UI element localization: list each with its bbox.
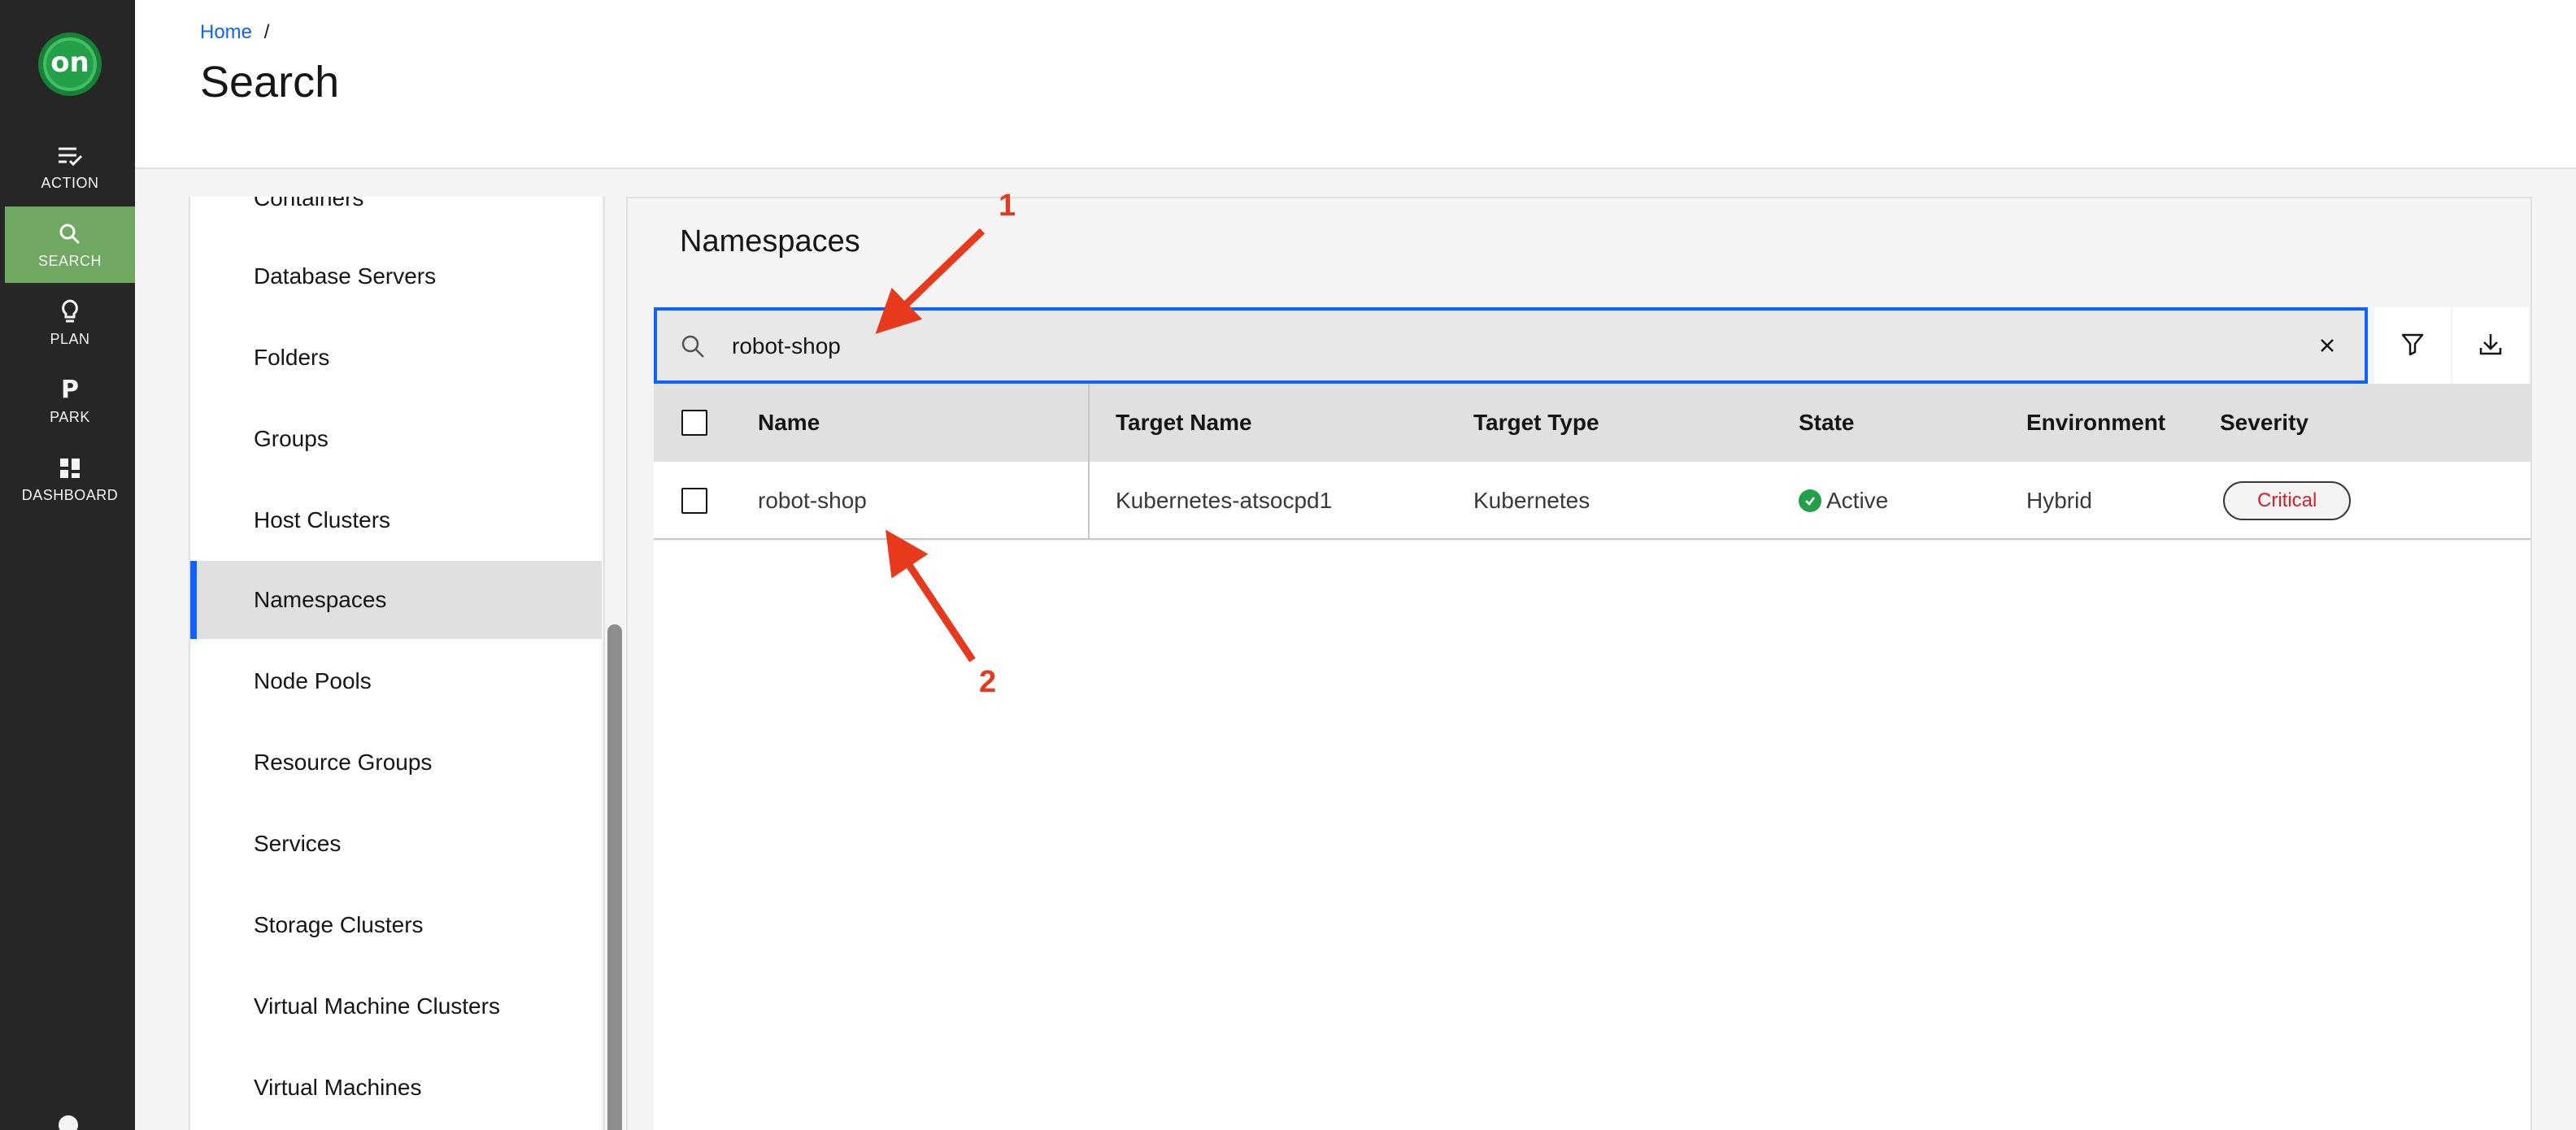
nav-item-dashboard[interactable]: DASHBOARD xyxy=(5,441,135,517)
table-row: robot-shop Kubernetes-atsocpd1 Kubernete… xyxy=(654,462,2530,540)
download-icon xyxy=(2478,332,2503,360)
nav-item-label: PLAN xyxy=(50,330,90,347)
table-body-area xyxy=(654,541,2530,1130)
search-icon xyxy=(59,220,81,248)
nav-item-label: DASHBOARD xyxy=(21,486,119,503)
nav-item-plan[interactable]: PLAN xyxy=(5,285,135,361)
category-item-storage-clusters[interactable]: Storage Clusters xyxy=(190,886,602,964)
annotation-number-1: 1 xyxy=(999,189,1016,223)
cell-environment: Hybrid xyxy=(2026,488,2092,513)
nav-rail: on ACTION SEARCH PLAN P PARK DASHBOARD xyxy=(0,0,135,1130)
severity-tag: Critical xyxy=(2223,481,2352,520)
nav-item-label: SEARCH xyxy=(37,252,102,269)
search-box xyxy=(654,307,2368,384)
cell-target-name: Kubernetes-atsocpd1 xyxy=(1116,488,1333,513)
app-logo[interactable]: on xyxy=(38,33,102,96)
nav-item-label: ACTION xyxy=(41,174,99,191)
category-item-node-pools[interactable]: Node Pools xyxy=(190,642,602,720)
column-header-severity[interactable]: Severity xyxy=(2220,384,2308,462)
download-button[interactable] xyxy=(2452,307,2529,384)
category-item-host-clusters[interactable]: Host Clusters xyxy=(190,481,602,559)
column-header-environment[interactable]: Environment xyxy=(2026,384,2165,462)
column-header-name[interactable]: Name xyxy=(758,384,820,462)
action-checklist-icon xyxy=(57,142,83,170)
category-item-groups[interactable]: Groups xyxy=(190,400,602,478)
filter-button[interactable] xyxy=(2374,307,2451,384)
column-divider xyxy=(1088,384,1090,540)
category-item-database-servers[interactable]: Database Servers xyxy=(190,237,602,315)
category-item-folders[interactable]: Folders xyxy=(190,319,602,397)
section-title: Namespaces xyxy=(680,224,860,259)
nav-item-action[interactable]: ACTION xyxy=(5,128,135,205)
search-input[interactable] xyxy=(732,327,2277,366)
page-header: Home / Search xyxy=(135,0,2576,169)
nav-item-label: PARK xyxy=(50,408,90,425)
category-list: Containers Database Servers Folders Grou… xyxy=(189,197,602,1130)
page-title: Search xyxy=(200,58,340,106)
annotation-number-2: 2 xyxy=(979,665,997,699)
filter-icon xyxy=(2400,332,2425,360)
category-item-services[interactable]: Services xyxy=(190,805,602,883)
column-header-target-name[interactable]: Target Name xyxy=(1116,384,1252,462)
cell-state: Active xyxy=(1799,462,1888,540)
checkmark-circle-icon xyxy=(1799,489,1821,512)
state-label: Active xyxy=(1826,488,1889,513)
category-item-namespaces[interactable]: Namespaces xyxy=(190,561,602,639)
cell-severity: Critical xyxy=(2223,462,2352,540)
column-header-target-type[interactable]: Target Type xyxy=(1473,384,1599,462)
info-icon[interactable] xyxy=(59,1115,78,1130)
category-item-virtual-machines[interactable]: Virtual Machines xyxy=(190,1049,602,1127)
cell-target-type: Kubernetes xyxy=(1473,488,1590,513)
park-icon: P xyxy=(61,376,79,404)
logo-text: on xyxy=(50,46,89,79)
lightbulb-icon xyxy=(60,298,80,326)
breadcrumb-home-link[interactable]: Home xyxy=(200,21,252,43)
dashboard-icon xyxy=(59,454,80,482)
category-item-virtual-machine-clusters[interactable]: Virtual Machine Clusters xyxy=(190,967,602,1045)
breadcrumb-separator: / xyxy=(263,21,270,43)
search-icon xyxy=(680,333,706,363)
clear-search-icon[interactable] xyxy=(2309,327,2345,364)
table-header: Name Target Name Target Type State Envir… xyxy=(654,384,2530,462)
category-item-containers[interactable]: Containers xyxy=(190,197,602,237)
row-checkbox[interactable] xyxy=(681,488,707,514)
nav-item-park[interactable]: P PARK xyxy=(5,363,135,439)
select-all-checkbox[interactable] xyxy=(681,410,707,436)
column-header-state[interactable]: State xyxy=(1799,384,1854,462)
namespace-name-link[interactable]: robot-shop xyxy=(758,462,867,540)
nav-item-search[interactable]: SEARCH xyxy=(5,206,135,283)
category-scrollbar-thumb[interactable] xyxy=(607,624,622,1130)
breadcrumb: Home / xyxy=(200,21,269,44)
category-item-resource-groups[interactable]: Resource Groups xyxy=(190,724,602,802)
